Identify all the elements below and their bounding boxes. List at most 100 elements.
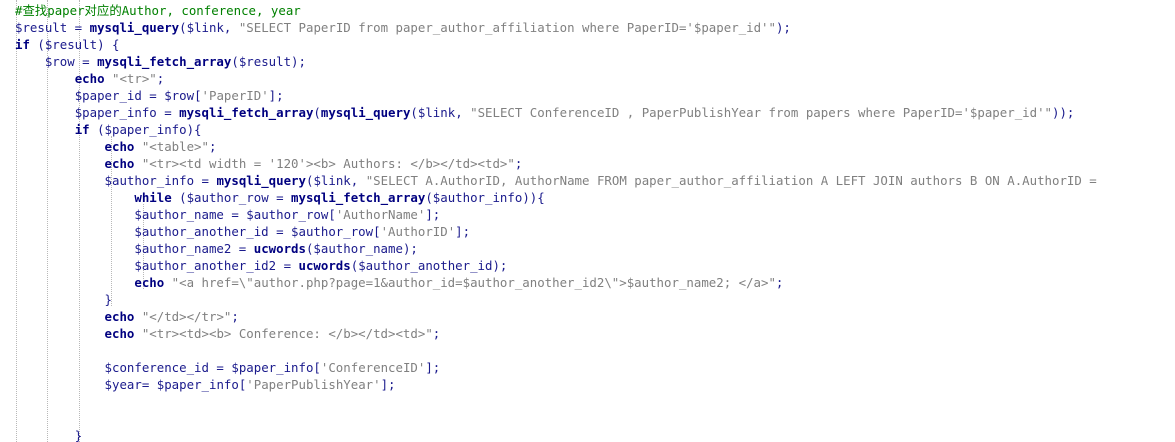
- code-line[interactable]: $paper_info = mysqli_fetch_array(mysqli_…: [15, 104, 1104, 121]
- code-editor[interactable]: #查找paper对应的Author, conference, year $resu…: [0, 0, 1175, 442]
- code-line[interactable]: ​: [15, 410, 1104, 427]
- code-keyword: if: [74, 122, 90, 137]
- code-punctuation: (: [29, 37, 45, 52]
- code-keyword: echo: [74, 71, 105, 86]
- code-punctuation: =: [268, 190, 292, 205]
- code-line[interactable]: echo "<table>";: [15, 138, 1104, 155]
- code-variable: $paper_info: [231, 360, 314, 375]
- code-variable: $author_another_id2: [134, 258, 277, 273]
- code-line[interactable]: while ($author_row = mysqli_fetch_array(…: [15, 189, 1104, 206]
- code-variable: $author_row: [291, 224, 374, 239]
- code-line[interactable]: $result = mysqli_query($link, "SELECT Pa…: [15, 19, 1104, 36]
- code-line[interactable]: ​: [15, 342, 1104, 359]
- code-function: mysqli_query: [320, 105, 411, 120]
- code-punctuation: }: [74, 428, 83, 442]
- code-punctuation: [: [194, 88, 202, 103]
- code-string: 'AuthorName': [335, 207, 426, 222]
- code-string: "SELECT PaperID from paper_author_affili…: [238, 20, 776, 35]
- code-keyword: echo: [134, 275, 165, 290]
- code-line[interactable]: #查找paper对应的Author, conference, year: [15, 2, 1104, 19]
- code-punctuation: (: [179, 20, 187, 35]
- code-punctuation: ;: [208, 139, 217, 154]
- code-punctuation: );: [402, 241, 418, 256]
- code-punctuation: ;: [775, 275, 784, 290]
- code-line[interactable]: $author_another_id2 = ucwords($author_an…: [15, 257, 1104, 274]
- code-variable: $paper_info: [156, 377, 239, 392]
- code-punctuation: [134, 309, 141, 324]
- code-line[interactable]: $author_info = mysqli_query($link, "SELE…: [15, 172, 1104, 189]
- code-variable: $row: [164, 88, 195, 103]
- code-line[interactable]: if ($paper_info){: [15, 121, 1104, 138]
- code-punctuation: [: [373, 224, 381, 239]
- code-string: "<tr><td width = '120'><b> Authors: </b>…: [141, 156, 515, 171]
- code-punctuation: );: [291, 54, 306, 69]
- code-variable: $link: [417, 105, 456, 120]
- code-line[interactable]: $conference_id = $paper_info['Conference…: [15, 359, 1104, 376]
- code-function: mysqli_query: [89, 20, 180, 35]
- code-punctuation: [: [313, 360, 321, 375]
- code-punctuation: =: [268, 224, 292, 239]
- code-line[interactable]: if ($result) {: [15, 36, 1104, 53]
- code-punctuation: [134, 139, 141, 154]
- code-line[interactable]: $author_name = $author_row['AuthorName']…: [15, 206, 1104, 223]
- code-variable: $author_another_id: [358, 258, 493, 273]
- code-comment: #查找paper对应的Author, conference, year: [15, 3, 301, 18]
- code-string: "<tr><td><b> Conference: </b></td><td>": [141, 326, 433, 341]
- code-punctuation: );: [775, 20, 791, 35]
- code-line[interactable]: $paper_id = $row['PaperID'];: [15, 87, 1104, 104]
- code-punctuation: ;: [156, 71, 165, 86]
- code-line[interactable]: }: [15, 291, 1104, 308]
- code-line[interactable]: echo "<tr>";: [15, 70, 1104, 87]
- code-line[interactable]: ​: [15, 393, 1104, 410]
- code-punctuation: (: [171, 190, 187, 205]
- code-variable: $author_info: [432, 190, 523, 205]
- code-line[interactable]: $year= $paper_info['PaperPublishYear'];: [15, 376, 1104, 393]
- code-punctuation: ) {: [97, 37, 120, 52]
- code-string: "SELECT A.AuthorID, AuthorName FROM pape…: [365, 173, 1105, 188]
- code-variable: $paper_info: [74, 105, 157, 120]
- code-punctuation: (: [231, 54, 239, 69]
- code-variable: $author_name: [313, 241, 403, 256]
- code-line[interactable]: echo "<tr><td><b> Conference: </b></td><…: [15, 325, 1104, 342]
- code-string: "<a href=\"author.php?page=1&author_id=$…: [171, 275, 776, 290]
- code-punctuation: [134, 326, 141, 341]
- code-variable: $paper_info: [104, 122, 187, 137]
- code-keyword: echo: [104, 156, 135, 171]
- code-punctuation: (: [313, 105, 321, 120]
- code-function: ucwords: [253, 241, 306, 256]
- code-text-area[interactable]: #查找paper对应的Author, conference, year $resu…: [15, 2, 1104, 442]
- code-function: mysqli_fetch_array: [291, 190, 426, 205]
- code-variable: $author_name2: [134, 241, 232, 256]
- code-line[interactable]: $row = mysqli_fetch_array($result);: [15, 53, 1104, 70]
- code-punctuation: [134, 156, 141, 171]
- code-line[interactable]: echo "<tr><td width = '120'><b> Authors:…: [15, 155, 1104, 172]
- code-string: 'ConferenceID': [320, 360, 426, 375]
- code-line[interactable]: }: [15, 427, 1104, 442]
- code-punctuation: =: [141, 88, 165, 103]
- code-punctuation: =: [223, 207, 247, 222]
- code-line[interactable]: echo "<a href=\"author.php?page=1&author…: [15, 274, 1104, 291]
- code-line[interactable]: $author_another_id = $author_row['Author…: [15, 223, 1104, 240]
- code-function: ucwords: [298, 258, 351, 273]
- code-line[interactable]: echo "</td></tr>";: [15, 308, 1104, 325]
- code-punctuation: (: [89, 122, 105, 137]
- code-line[interactable]: $author_name2 = ucwords($author_name);: [15, 240, 1104, 257]
- code-variable: $result: [44, 37, 98, 52]
- code-punctuation: )){: [522, 190, 545, 205]
- code-punctuation: }: [104, 292, 112, 307]
- code-punctuation: ];: [268, 88, 284, 103]
- code-punctuation: ];: [425, 207, 441, 222]
- code-variable: $row: [44, 54, 75, 69]
- code-variable: $author_name: [134, 207, 224, 222]
- code-variable: $year: [104, 377, 142, 392]
- code-punctuation: ){: [186, 122, 202, 137]
